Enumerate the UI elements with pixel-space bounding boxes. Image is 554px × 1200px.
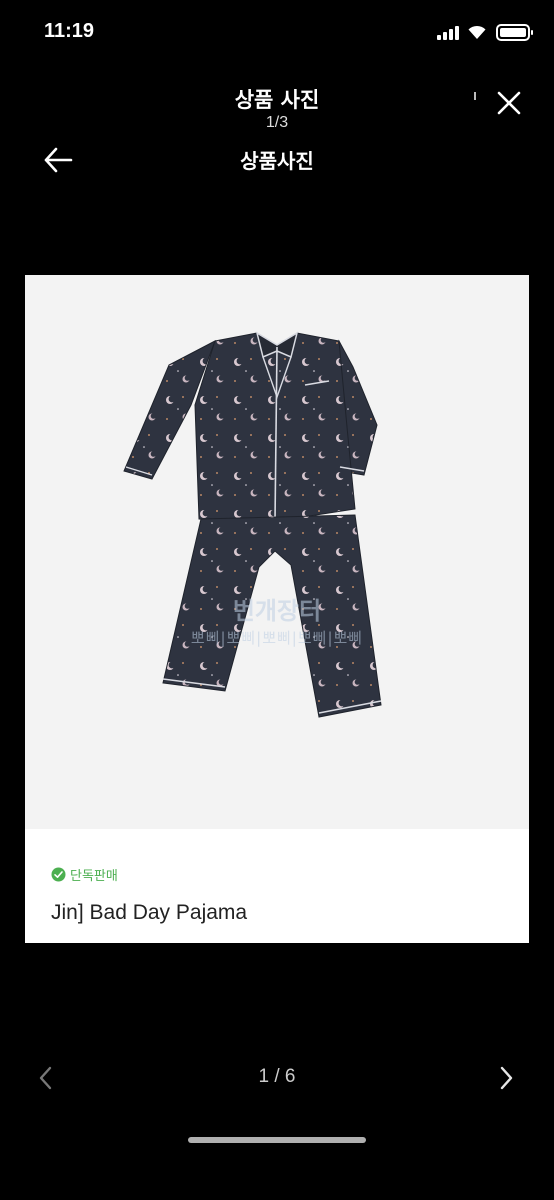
check-circle-icon (51, 867, 66, 882)
chevron-right-icon (500, 1066, 513, 1090)
close-button[interactable] (492, 86, 526, 120)
battery-icon (496, 24, 533, 41)
product-card: 번개장터 뽀삐|뽀삐|뽀삐|뽀삐|뽀삐 단독판매 Jin] Bad Day Pa… (25, 275, 529, 943)
viewer-title: 상품 사진 (234, 88, 320, 112)
signal-icon (437, 26, 459, 40)
watermark-sub: 뽀삐|뽀삐|뽀삐|뽀삐|뽀삐 (190, 629, 364, 647)
page-title: 상품사진 (240, 149, 314, 173)
watermark: 번개장터 (232, 597, 322, 625)
status-time: 11:19 (44, 20, 95, 42)
image-counter: 1/3 (265, 114, 289, 131)
badge-label: 단독판매 (70, 869, 118, 884)
home-indicator[interactable] (188, 1137, 366, 1143)
next-image-button[interactable] (496, 1064, 516, 1092)
wifi-icon (468, 25, 486, 39)
divider (474, 92, 476, 100)
pager-counter: 1 / 6 (258, 1066, 296, 1087)
product-caption: 단독판매 Jin] Bad Day Pajama (25, 829, 529, 943)
product-name: Jin] Bad Day Pajama (51, 901, 248, 924)
exclusive-badge: 단독판매 (51, 865, 118, 884)
close-icon (497, 91, 521, 115)
pajama-illustration (123, 331, 382, 718)
product-image: 번개장터 뽀삐|뽀삐|뽀삐|뽀삐|뽀삐 (25, 275, 529, 829)
